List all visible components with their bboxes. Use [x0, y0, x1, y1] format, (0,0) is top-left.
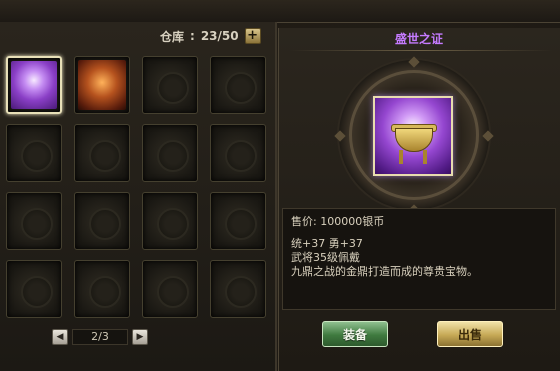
pager: ◀ 2/3 ▶: [52, 329, 148, 345]
warehouse-colon: :: [190, 29, 195, 43]
warehouse-label: 仓库: [160, 29, 185, 44]
empty-slot-emblem-icon: [21, 276, 53, 308]
inventory-slot[interactable]: [142, 192, 198, 250]
equip-button[interactable]: 装备: [322, 321, 388, 347]
inventory-slot[interactable]: [142, 124, 198, 182]
warehouse-header: 仓库: 23/50 +: [160, 26, 261, 46]
item-preview: [373, 96, 453, 176]
empty-slot-emblem-icon: [157, 140, 189, 172]
empty-slot-emblem-icon: [157, 208, 189, 240]
empty-slot-emblem-icon: [157, 276, 189, 308]
empty-slot-emblem-icon: [21, 208, 53, 240]
game-window: 仓库: 23/50 + ◀ 2/3 ▶ 盛世之证 售价: 100000银币 统+…: [0, 0, 560, 371]
inventory-slot[interactable]: [6, 260, 62, 318]
inventory-slot[interactable]: [6, 124, 62, 182]
inventory-slot[interactable]: [74, 56, 130, 114]
inventory-slot[interactable]: [210, 124, 266, 182]
inventory-slot[interactable]: [74, 260, 130, 318]
empty-slot-emblem-icon: [21, 140, 53, 172]
inventory-grid: [6, 56, 266, 318]
empty-slot-emblem-icon: [157, 72, 189, 104]
armor-icon: [78, 60, 126, 110]
item-price: 售价: 100000银币: [291, 215, 385, 228]
warehouse-capacity: 23/50: [200, 29, 239, 43]
inventory-slot[interactable]: [6, 192, 62, 250]
inventory-slot[interactable]: [210, 56, 266, 114]
next-page-button[interactable]: ▶: [132, 329, 148, 345]
inventory-slot[interactable]: [142, 56, 198, 114]
item-lore: 九鼎之战的金鼎打造而成的尊贵宝物。: [291, 265, 478, 278]
item-description-box: 售价: 100000银币 统+37 勇+37 武将35级佩戴 九鼎之战的金鼎打造…: [282, 208, 556, 310]
item-stats: 统+37 勇+37: [291, 237, 363, 250]
empty-slot-emblem-icon: [89, 140, 121, 172]
item-title: 盛世之证: [394, 32, 443, 46]
sell-button[interactable]: 出售: [437, 321, 503, 347]
inventory-slot[interactable]: [142, 260, 198, 318]
inventory-slot[interactable]: [210, 260, 266, 318]
empty-slot-emblem-icon: [89, 276, 121, 308]
empty-slot-emblem-icon: [225, 72, 257, 104]
title-divider: [290, 50, 552, 51]
page-indicator: 2/3: [72, 329, 128, 345]
top-frame: [0, 0, 560, 23]
empty-slot-emblem-icon: [225, 140, 257, 172]
prev-page-button[interactable]: ◀: [52, 329, 68, 345]
empty-slot-emblem-icon: [89, 208, 121, 240]
item-requirement: 武将35级佩戴: [291, 251, 360, 264]
empty-slot-emblem-icon: [225, 276, 257, 308]
inventory-slot[interactable]: [74, 124, 130, 182]
golden-cauldron-icon: [11, 61, 57, 109]
inventory-slot[interactable]: [210, 192, 266, 250]
inventory-slot[interactable]: [6, 56, 62, 114]
empty-slot-emblem-icon: [225, 208, 257, 240]
expand-warehouse-button[interactable]: +: [244, 28, 261, 44]
inventory-slot[interactable]: [74, 192, 130, 250]
